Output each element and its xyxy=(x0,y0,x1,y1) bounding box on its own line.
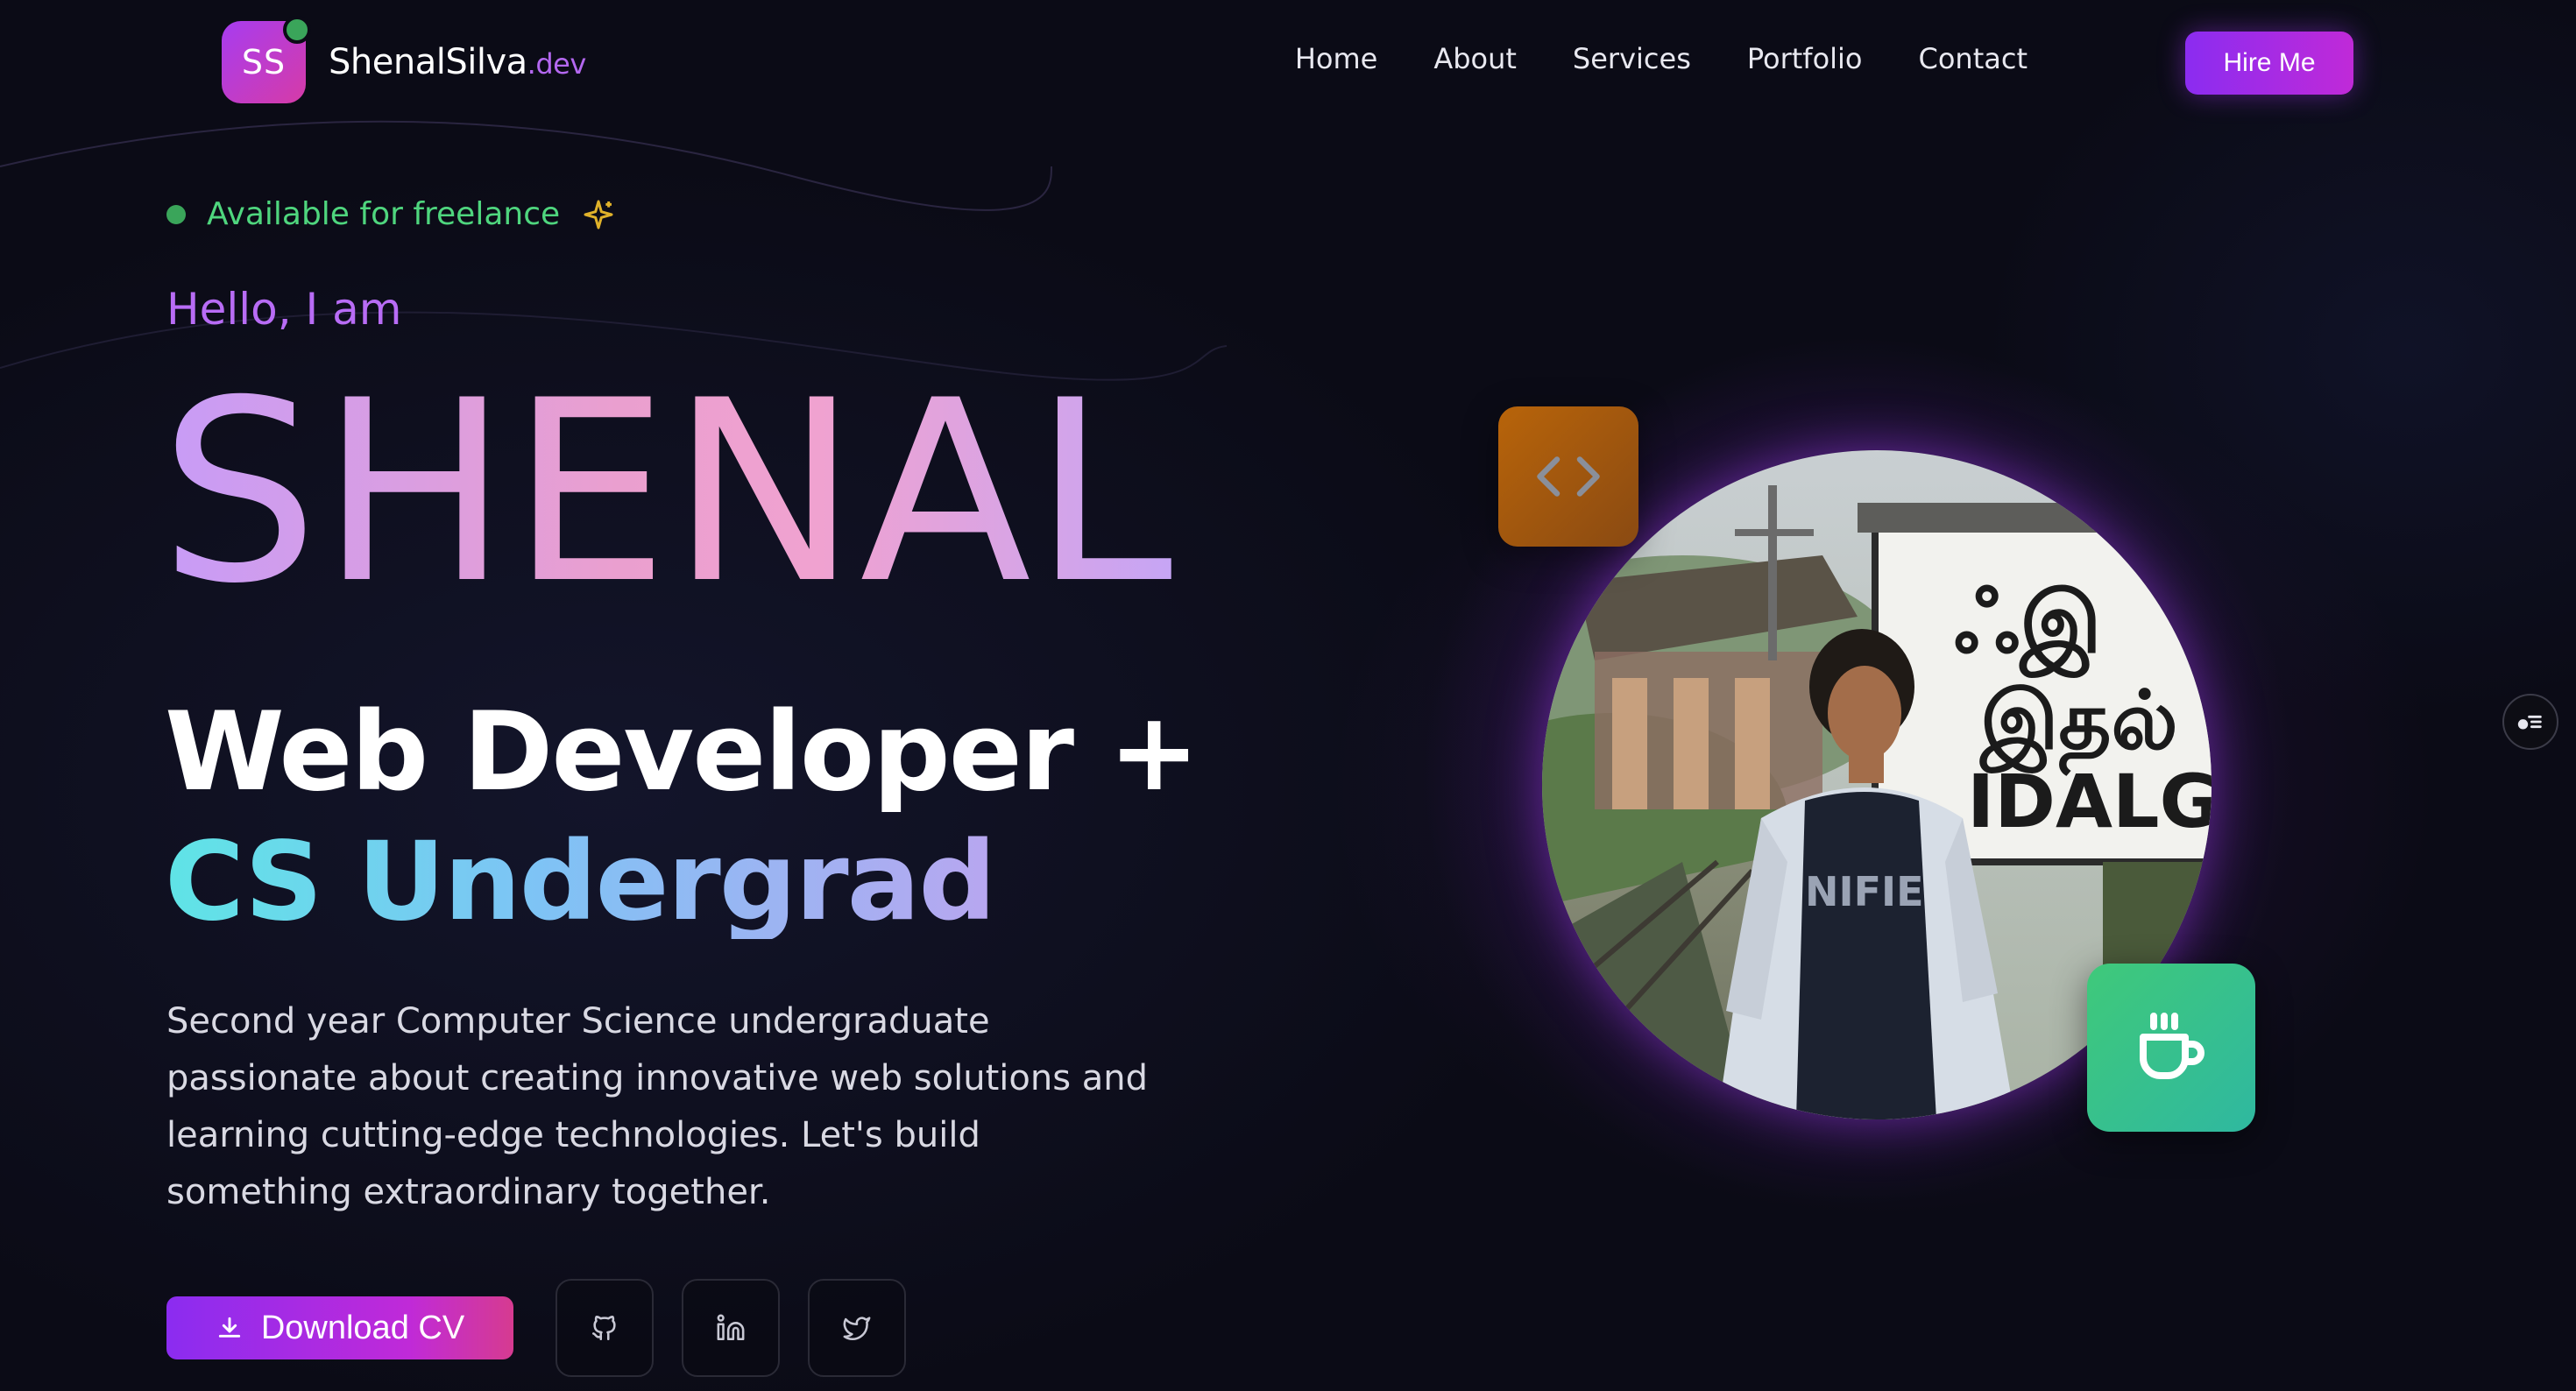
svg-text:ஃஇ: ஃஇ xyxy=(1954,574,2102,679)
github-link[interactable] xyxy=(556,1279,654,1377)
online-status-dot xyxy=(283,16,311,44)
nav-about[interactable]: About xyxy=(1433,42,1517,75)
coffee-cup-icon xyxy=(2140,1013,2204,1079)
hero-name: SHENAL xyxy=(159,348,1175,639)
svg-text:NIFIE: NIFIE xyxy=(1805,868,1924,915)
logo-badge: SS xyxy=(222,16,311,103)
brand-name: ShenalSilva xyxy=(329,42,527,82)
linkedin-link[interactable] xyxy=(682,1279,780,1377)
hero-description: Second year Computer Science undergradua… xyxy=(166,1001,1148,1212)
nav-portfolio[interactable]: Portfolio xyxy=(1747,42,1863,75)
brand-tld: .dev xyxy=(527,47,587,81)
nav-contact[interactable]: Contact xyxy=(1919,42,2028,75)
station-sign-text: IDALG xyxy=(1967,759,2212,844)
hire-me-button[interactable]: Hire Me xyxy=(2185,32,2353,95)
logo-initials: SS xyxy=(241,43,287,81)
code-icon xyxy=(1537,456,1600,497)
download-cv-button[interactable]: Download CV xyxy=(166,1296,513,1359)
download-cv-label: Download CV xyxy=(260,1309,465,1346)
availability-dot xyxy=(166,204,186,224)
sparkle-icon xyxy=(584,200,613,229)
greeting: Hello, I am xyxy=(166,284,402,335)
code-badge xyxy=(1498,406,1638,547)
nav-home[interactable]: Home xyxy=(1295,42,1378,75)
role-line-1: Web Developer + xyxy=(165,689,1200,816)
twitter-icon xyxy=(843,1317,871,1341)
download-icon xyxy=(218,1317,240,1338)
site-logo[interactable]: SS ShenalSilva.dev xyxy=(222,16,586,103)
coffee-badge xyxy=(2087,964,2255,1132)
github-icon xyxy=(591,1316,616,1341)
main-nav: Home About Services Portfolio Contact xyxy=(1295,42,2028,75)
toggle-list-icon xyxy=(2517,715,2542,730)
twitter-link[interactable] xyxy=(808,1279,906,1377)
nav-services[interactable]: Services xyxy=(1573,42,1691,75)
linkedin-icon xyxy=(717,1314,745,1341)
logo-text: ShenalSilva.dev xyxy=(329,42,586,82)
role-line-2: CS Undergrad xyxy=(165,819,996,945)
availability-badge: Available for freelance xyxy=(166,196,616,232)
availability-text: Available for freelance xyxy=(207,196,561,232)
settings-toggle-button[interactable] xyxy=(2502,694,2558,750)
